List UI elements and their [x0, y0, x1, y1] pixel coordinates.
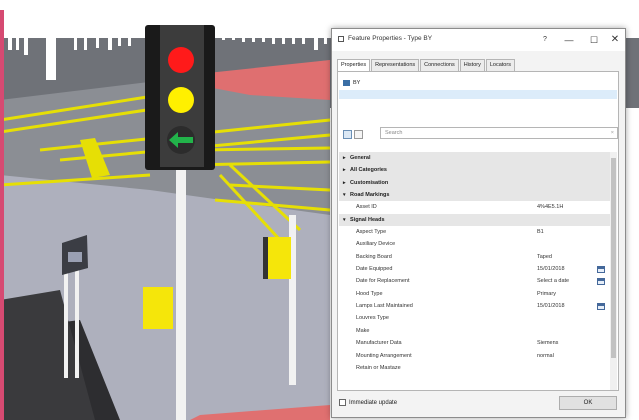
feature-type-icon: [343, 80, 350, 86]
property-name: Lamps Last Maintained: [356, 303, 413, 310]
property-value[interactable]: 15/01/2018: [537, 263, 565, 275]
category-row[interactable]: ▸ All Categories: [339, 164, 610, 177]
property-name: Aspect Type: [356, 229, 387, 236]
property-value[interactable]: 4%4E5.1H: [537, 201, 563, 213]
property-name: Mounting Arrangement: [356, 352, 412, 359]
window-icon: [338, 36, 344, 42]
close-button[interactable]: ✕: [601, 31, 629, 49]
category-label: Signal Heads: [350, 216, 385, 223]
calendar-icon[interactable]: [597, 266, 605, 274]
grid-toolbar: [343, 127, 365, 141]
tab-locators[interactable]: Locators: [485, 59, 515, 71]
property-value[interactable]: normal: [537, 350, 554, 362]
category-row[interactable]: ▾ Road Markings: [339, 189, 610, 202]
feature-toolbar: BY: [343, 78, 360, 88]
category-label: General: [350, 155, 371, 161]
tab-strip: Properties Representations Connections H…: [337, 59, 516, 72]
property-row[interactable]: Retain or Mastaze: [339, 361, 610, 375]
property-name: Asset ID: [356, 204, 377, 211]
search-placeholder: Search: [385, 130, 403, 136]
feature-properties-dialog: Feature Properties - Type BY ? — ☐ ✕ Pro…: [331, 28, 626, 418]
property-value[interactable]: Select a date: [537, 275, 569, 287]
property-name: Auxiliary Device: [356, 241, 396, 248]
property-value[interactable]: 15/01/2018: [537, 300, 565, 312]
search-input[interactable]: Search ×: [380, 127, 618, 139]
amber-lamp: [168, 87, 194, 113]
expander-icon[interactable]: ▸: [343, 152, 346, 164]
property-name: Date for Replacement: [356, 278, 410, 285]
expander-icon[interactable]: ▾: [343, 189, 346, 201]
property-value[interactable]: Siemens: [537, 337, 558, 349]
property-row[interactable]: Mounting Arrangement normal: [339, 349, 610, 362]
grid-scrollbar[interactable]: [610, 152, 617, 390]
property-row[interactable]: Aspect Type B1: [339, 226, 610, 239]
immediate-update-option[interactable]: Immediate update: [339, 399, 397, 406]
property-name: Hood Type: [356, 290, 383, 297]
search-clear-icon[interactable]: ×: [611, 128, 614, 139]
property-name: Backing Board: [356, 253, 392, 260]
categorized-view-icon[interactable]: [343, 129, 352, 139]
property-row[interactable]: Make: [339, 324, 610, 338]
category-label: Road Markings: [350, 192, 390, 199]
category-row[interactable]: ▸ General: [339, 152, 610, 165]
minimize-button[interactable]: —: [555, 31, 583, 49]
property-value[interactable]: Taped: [537, 251, 552, 263]
property-row[interactable]: Date Equipped 15/01/2018: [339, 263, 610, 276]
property-row[interactable]: Date for Replacement Select a date: [339, 275, 610, 288]
category-row[interactable]: ▸ Customisation: [339, 176, 610, 190]
scroll-thumb[interactable]: [611, 158, 616, 358]
property-row[interactable]: Auxiliary Device: [339, 238, 610, 251]
property-name: Retain or Mastaze: [356, 364, 401, 371]
category-label: All Categories: [350, 167, 387, 174]
property-name: Louvres Type: [356, 315, 389, 322]
property-row[interactable]: Louvres Type: [339, 312, 610, 325]
property-value[interactable]: B1: [537, 226, 544, 238]
properties-panel: BY Search × ▸ General ▸ All Categories ▸ Cust…: [337, 71, 619, 391]
property-row[interactable]: Hood Type Primary: [339, 287, 610, 301]
calendar-icon[interactable]: [597, 278, 605, 286]
property-row[interactable]: Manufacturer Data Siemens: [339, 337, 610, 350]
property-row[interactable]: Asset ID 4%4E5.1H: [339, 201, 610, 214]
immediate-update-label: Immediate update: [349, 399, 398, 406]
window-title: Feature Properties - Type BY: [348, 35, 433, 42]
ok-button[interactable]: OK: [559, 396, 617, 410]
expander-icon[interactable]: ▸: [343, 177, 346, 189]
info-banner: [339, 90, 617, 99]
calendar-icon[interactable]: [597, 303, 605, 311]
property-name: Date Equipped: [356, 266, 393, 273]
category-row[interactable]: ▾ Signal Heads: [339, 213, 610, 227]
tab-connections[interactable]: Connections: [420, 59, 459, 71]
tab-representations[interactable]: Representations: [371, 59, 420, 71]
tab-history[interactable]: History: [459, 59, 485, 71]
property-value[interactable]: Primary: [537, 288, 556, 300]
immediate-update-checkbox[interactable]: [339, 399, 346, 406]
property-row[interactable]: Lamps Last Maintained 15/01/2018: [339, 300, 610, 313]
property-row[interactable]: Backing Board Taped: [339, 250, 610, 264]
property-name: Manufacturer Data: [356, 340, 402, 347]
category-label: Customisation: [350, 179, 389, 186]
alphabetical-view-icon[interactable]: [354, 129, 363, 139]
expander-icon[interactable]: ▾: [343, 214, 346, 226]
title-bar[interactable]: Feature Properties - Type BY ? — ☐ ✕: [332, 29, 625, 51]
property-grid: ▸ General ▸ All Categories ▸ Customisation ▾ Ro…: [339, 152, 610, 375]
expander-icon[interactable]: ▸: [343, 164, 346, 176]
red-lamp: [168, 47, 194, 73]
feature-type-label: BY: [353, 80, 361, 86]
property-name: Make: [356, 327, 370, 334]
